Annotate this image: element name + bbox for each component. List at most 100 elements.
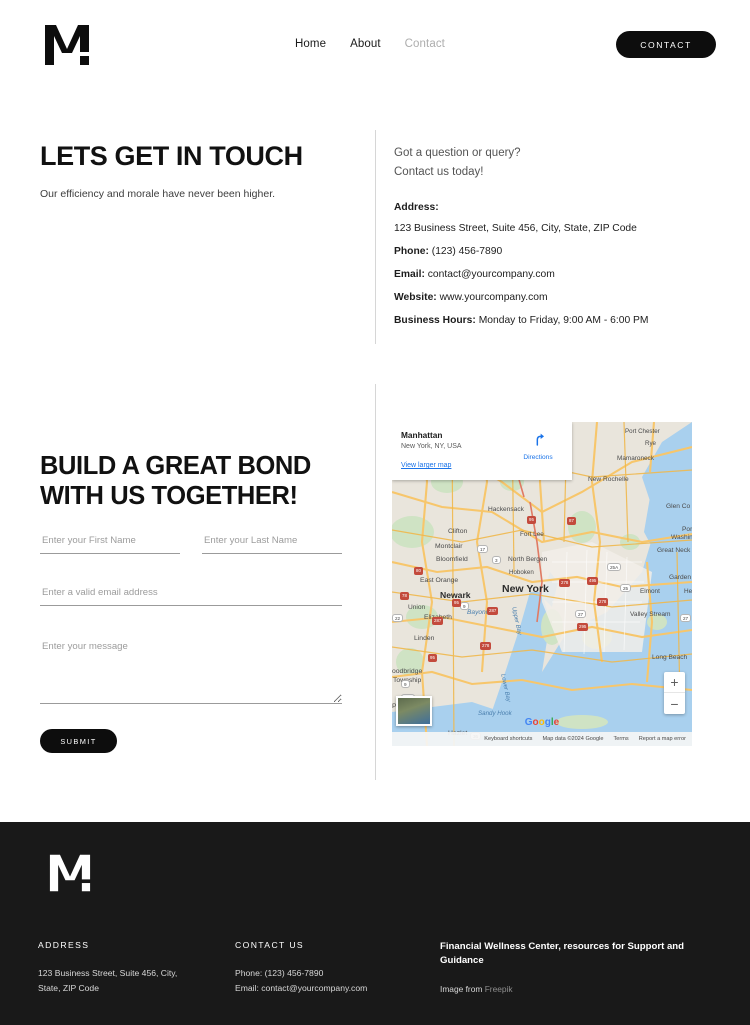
footer-address-column: ADDRESS 123 Business Street, Suite 456, … [38,940,235,996]
map-place-label: Glen Co [666,503,691,510]
email-input[interactable] [40,585,342,607]
address-value: 123 Business Street, Suite 456, City, St… [394,222,637,234]
map-place-label: Hackensack [488,506,524,513]
map-interstate-shield: 87 [567,517,576,525]
footer-contact-heading: CONTACT US [235,940,305,950]
map-zoom-controls[interactable]: + − [664,672,685,714]
directions-icon [536,433,544,446]
footer-phone: Phone: (123) 456-7890 [235,968,324,978]
contact-lead-line1: Got a question or query? [394,147,521,159]
directions-label: Directions [523,454,553,461]
map-interstate-shield: 278 [480,642,492,650]
contact-info-list: Address: 123 Business Street, Suite 456,… [394,202,714,327]
map-place-label: Port [682,526,692,533]
footer-address-line2: State, ZIP Code [38,982,99,993]
google-logo-watermark: Google [525,717,559,728]
map-place-label: Hoboken [509,569,534,576]
map-interstate-shield: 95 [452,599,461,607]
map-place-label: Bloomfield [436,556,468,563]
map-place-label: Valley Stream [630,611,671,618]
website-row: Website: www.yourcompany.com [394,291,714,305]
google-map[interactable]: Port Chester Rye Mamaroneck New Rochelle Gle… [392,422,692,746]
footer-image-credit: Image from Freepik [440,984,700,994]
map-interstate-shield: 287 [487,607,499,615]
map-interstate-shield: 287 [432,617,444,625]
map-route-shield: 27 [680,614,692,622]
map-route-shield: 9 [460,602,469,610]
map-route-shield: 17 [477,545,489,553]
map-info-card[interactable]: Manhattan New York, NY, USA View larger … [392,422,572,480]
hours-label: Business Hours: [394,314,476,326]
site-footer: ADDRESS 123 Business Street, Suite 456, … [0,822,750,1025]
map-interstate-shield: 80 [414,567,423,575]
map-zoom-out-button[interactable]: − [664,693,685,714]
map-interstate-shield: 278 [597,598,609,606]
map-route-shield: 25 [620,584,632,592]
section-divider-bottom [375,384,376,780]
page-root: Home About Contact CONTACT LETS GET IN T… [0,0,750,1025]
map-satellite-thumbnail[interactable] [396,696,432,726]
map-place-label: Clifton [448,528,468,535]
submit-button[interactable]: SUBMIT [40,729,117,754]
section-divider-top [375,130,376,344]
google-letter-e: e [553,717,560,728]
map-place-label: Union [408,604,426,611]
map-zoom-in-button[interactable]: + [664,672,685,693]
name-row [40,533,342,555]
footer-columns: ADDRESS 123 Business Street, Suite 456, … [38,940,718,996]
keyboard-shortcuts-link[interactable]: Keyboard shortcuts [484,736,532,742]
map-interstate-shield: 495 [587,577,599,585]
map-place-label: Garden C [669,574,692,581]
map-interstate-shield: 278 [559,579,571,587]
map-route-shield: 9 [401,680,410,688]
map-route-shield: 3 [492,556,501,564]
map-interstate-shield: 295 [577,623,589,631]
footer-address-line1: 123 Business Street, Suite 456, City, [38,968,178,978]
map-place-label: Long Beach [652,654,688,661]
page-subtitle: Our efficiency and morale have never bee… [40,188,276,201]
map-directions-button[interactable]: Directions [514,431,562,461]
nav-item-home[interactable]: Home [295,38,326,50]
footer-contact-column: CONTACT US Phone: (123) 456-7890 Email: … [235,940,440,996]
form-title-line2: WITH US TOGETHER! [40,481,298,510]
contact-form: SUBMIT [40,533,342,754]
first-name-input[interactable] [40,533,180,555]
phone-label: Phone: [394,245,429,257]
map-place-label: North Bergen [508,556,548,563]
map-place-label: Elmont [640,588,660,595]
message-textarea[interactable] [40,638,342,705]
header-contact-button[interactable]: CONTACT [616,31,716,58]
site-header: Home About Contact CONTACT [0,0,750,92]
map-place-label: Great Neck [657,547,691,554]
map-interstate-shield: 95 [428,654,437,662]
footer-blurb-column: Financial Wellness Center, resources for… [440,940,700,996]
nav-item-contact[interactable]: Contact [405,38,445,50]
freepik-link[interactable]: Freepik [485,984,513,994]
terms-link[interactable]: Terms [614,736,629,742]
map-place-label: Hemp [684,588,692,595]
phone-value: (123) 456-7890 [431,245,503,257]
footer-address-text: 123 Business Street, Suite 456, City, St… [38,966,235,996]
hours-value: Monday to Friday, 9:00 AM - 6:00 PM [478,314,649,326]
report-map-error-link[interactable]: Report a map error [639,736,686,742]
footer-contact-text: Phone: (123) 456-7890 Email: contact@you… [235,966,440,996]
website-value[interactable]: www.yourcompany.com [440,292,548,303]
contact-details: Got a question or query? Contact us toda… [394,144,714,336]
footer-logo[interactable] [47,852,93,894]
map-interstate-shield: 78 [400,592,409,600]
contact-intro: LETS GET IN TOUCH Our efficiency and mor… [40,141,360,201]
brand-logo[interactable] [42,22,92,68]
map-route-shield: 25A [607,563,622,571]
map-place-label: Montclair [435,543,463,550]
view-larger-map-link[interactable]: View larger map [401,462,563,469]
footer-email[interactable]: Email: contact@yourcompany.com [235,981,440,996]
map-place-label: Washington [671,534,692,541]
map-route-shield: 27 [575,610,587,618]
last-name-input[interactable] [202,533,342,555]
contact-lead-line2: Contact us today! [394,165,484,178]
website-label: Website: [394,291,437,303]
form-title: BUILD A GREAT BOND WITH US TOGETHER! [40,452,342,511]
nav-item-about[interactable]: About [350,38,381,50]
contact-form-section: BUILD A GREAT BOND WITH US TOGETHER! SUB… [40,452,342,754]
email-value[interactable]: contact@yourcompany.com [428,269,555,280]
